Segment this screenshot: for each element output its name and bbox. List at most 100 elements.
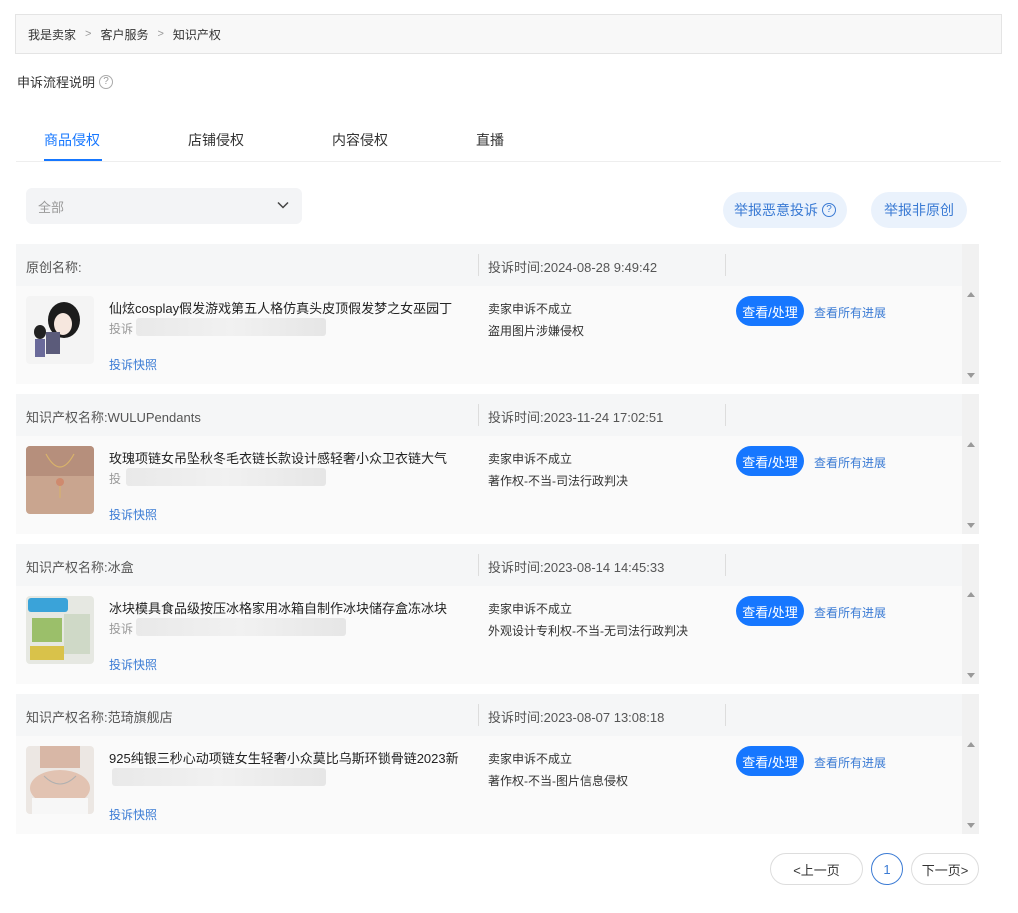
tab-bar: 商品侵权 店铺侵权 内容侵权 直播 bbox=[16, 116, 1001, 162]
redacted-info bbox=[112, 768, 326, 786]
product-title: 玫瑰项链女吊坠秋冬毛衣链长款设计感轻奢小众卫衣链大气 bbox=[109, 451, 448, 466]
complaint-reason: 著作权-不当-司法行政判决 bbox=[488, 474, 628, 488]
tab-product-infringement[interactable]: 商品侵权 bbox=[44, 130, 100, 150]
card-header: 知识产权名称:范琦旗舰店 投诉时间:2023-08-07 13:08:18 bbox=[16, 694, 979, 736]
view-all-progress-link[interactable]: 查看所有进展 bbox=[814, 754, 886, 771]
scroll-up-arrow-icon[interactable] bbox=[967, 292, 975, 297]
complaint-reason: 外观设计专利权-不当-无司法行政判决 bbox=[488, 624, 688, 638]
scroll-down-arrow-icon[interactable] bbox=[967, 673, 975, 678]
product-thumbnail[interactable] bbox=[26, 596, 94, 664]
redacted-info bbox=[136, 318, 326, 336]
scroll-down-arrow-icon[interactable] bbox=[967, 523, 975, 528]
appeal-status: 卖家申诉不成立 bbox=[488, 602, 573, 616]
appeal-flow-label: 申诉流程说明 bbox=[17, 75, 96, 90]
complaint-snapshot-link[interactable]: 投诉快照 bbox=[109, 356, 157, 373]
divider bbox=[725, 254, 726, 276]
report-malicious-complaint-button[interactable]: 举报恶意投诉 ? bbox=[723, 192, 847, 228]
divider bbox=[725, 554, 726, 576]
ip-name: 知识产权名称:WULUPendants bbox=[26, 410, 201, 425]
complaint-time: 投诉时间:2023-08-14 14:45:33 bbox=[488, 560, 665, 575]
product-title: 仙炫cosplay假发游戏第五人格仿真头皮顶假发梦之女巫园丁 bbox=[109, 301, 453, 316]
prev-page-button[interactable]: <上一页 bbox=[770, 853, 863, 885]
report-malicious-label: 举报恶意投诉 bbox=[734, 202, 818, 218]
header-scroll-gutter bbox=[962, 244, 979, 286]
complaint-card: 原创名称: 投诉时间:2024-08-28 9:49:42 仙炫cosplay假… bbox=[16, 244, 979, 384]
breadcrumb-item-seller[interactable]: 我是卖家 bbox=[28, 26, 76, 43]
view-all-progress-link[interactable]: 查看所有进展 bbox=[814, 454, 886, 471]
complaint-snapshot-link[interactable]: 投诉快照 bbox=[109, 806, 157, 823]
appeal-status: 卖家申诉不成立 bbox=[488, 752, 573, 766]
report-non-original-button[interactable]: 举报非原创 bbox=[871, 192, 967, 228]
view-all-progress-link[interactable]: 查看所有进展 bbox=[814, 304, 886, 321]
tab-content-infringement[interactable]: 内容侵权 bbox=[332, 130, 388, 150]
status-filter-select[interactable]: 全部 bbox=[26, 188, 302, 224]
tab-store-infringement[interactable]: 店铺侵权 bbox=[188, 130, 244, 150]
redacted-info bbox=[136, 618, 346, 636]
card-body: 925纯银三秒心动项链女生轻奢小众莫比乌斯环锁骨链2023新 投诉快照 卖家申诉… bbox=[16, 736, 979, 834]
breadcrumb-item-customer-service[interactable]: 客户服务 bbox=[100, 26, 148, 43]
divider bbox=[478, 704, 479, 726]
scroll-down-arrow-icon[interactable] bbox=[967, 823, 975, 828]
question-icon[interactable]: ? bbox=[99, 74, 114, 89]
divider bbox=[478, 554, 479, 576]
next-page-button[interactable]: 下一页> bbox=[911, 853, 979, 885]
view-handle-button[interactable]: 查看/处理 bbox=[736, 746, 804, 776]
active-tab-indicator bbox=[44, 159, 102, 161]
header-scroll-gutter bbox=[962, 394, 979, 436]
page-number-current[interactable]: 1 bbox=[871, 853, 903, 885]
redacted-info bbox=[126, 468, 326, 486]
appeal-status: 卖家申诉不成立 bbox=[488, 452, 573, 466]
breadcrumb-separator: > bbox=[157, 28, 164, 40]
breadcrumb: 我是卖家 > 客户服务 > 知识产权 bbox=[15, 14, 1002, 54]
scroll-up-arrow-icon[interactable] bbox=[967, 742, 975, 747]
card-scrollbar[interactable] bbox=[962, 286, 979, 384]
tab-live[interactable]: 直播 bbox=[476, 130, 504, 150]
question-icon[interactable]: ? bbox=[822, 203, 836, 217]
chevron-down-icon bbox=[277, 201, 289, 209]
complaint-reason: 著作权-不当-图片信息侵权 bbox=[488, 774, 628, 788]
card-body: 仙炫cosplay假发游戏第五人格仿真头皮顶假发梦之女巫园丁 投诉 投诉快照 卖… bbox=[16, 286, 979, 384]
card-header: 原创名称: 投诉时间:2024-08-28 9:49:42 bbox=[16, 244, 979, 286]
complaint-card: 知识产权名称:冰盒 投诉时间:2023-08-14 14:45:33 冰块模具食… bbox=[16, 544, 979, 684]
divider bbox=[478, 254, 479, 276]
appeal-flow-help[interactable]: 申诉流程说明 ? bbox=[17, 72, 114, 91]
card-header: 知识产权名称:冰盒 投诉时间:2023-08-14 14:45:33 bbox=[16, 544, 979, 586]
report-non-original-label: 举报非原创 bbox=[884, 202, 954, 218]
product-thumbnail[interactable] bbox=[26, 446, 94, 514]
complaint-card: 知识产权名称:范琦旗舰店 投诉时间:2023-08-07 13:08:18 92… bbox=[16, 694, 979, 834]
ip-name: 原创名称: bbox=[26, 260, 82, 275]
card-scrollbar[interactable] bbox=[962, 736, 979, 834]
ip-name: 知识产权名称:范琦旗舰店 bbox=[26, 710, 173, 725]
view-handle-button[interactable]: 查看/处理 bbox=[736, 296, 804, 326]
card-body: 冰块模具食品级按压冰格家用冰箱自制作冰块储存盒冻冰块 投诉 投诉快照 卖家申诉不… bbox=[16, 586, 979, 684]
card-scrollbar[interactable] bbox=[962, 436, 979, 534]
complaint-card: 知识产权名称:WULUPendants 投诉时间:2023-11-24 17:0… bbox=[16, 394, 979, 534]
view-all-progress-link[interactable]: 查看所有进展 bbox=[814, 604, 886, 621]
divider bbox=[725, 704, 726, 726]
ip-name: 知识产权名称:冰盒 bbox=[26, 560, 134, 575]
divider bbox=[725, 404, 726, 426]
product-thumbnail[interactable] bbox=[26, 746, 94, 814]
view-handle-button[interactable]: 查看/处理 bbox=[736, 446, 804, 476]
filter-value: 全部 bbox=[38, 199, 65, 215]
complaint-reason: 盗用图片涉嫌侵权 bbox=[488, 324, 585, 338]
complaint-time: 投诉时间:2023-08-07 13:08:18 bbox=[488, 710, 665, 725]
scroll-up-arrow-icon[interactable] bbox=[967, 592, 975, 597]
breadcrumb-separator: > bbox=[85, 28, 92, 40]
appeal-status: 卖家申诉不成立 bbox=[488, 302, 573, 316]
product-thumbnail[interactable] bbox=[26, 296, 94, 364]
card-header: 知识产权名称:WULUPendants 投诉时间:2023-11-24 17:0… bbox=[16, 394, 979, 436]
product-title: 冰块模具食品级按压冰格家用冰箱自制作冰块储存盒冻冰块 bbox=[109, 601, 448, 616]
card-body: 玫瑰项链女吊坠秋冬毛衣链长款设计感轻奢小众卫衣链大气 投 投诉快照 卖家申诉不成… bbox=[16, 436, 979, 534]
card-scrollbar[interactable] bbox=[962, 586, 979, 684]
header-scroll-gutter bbox=[962, 694, 979, 736]
view-handle-button[interactable]: 查看/处理 bbox=[736, 596, 804, 626]
complaint-snapshot-link[interactable]: 投诉快照 bbox=[109, 656, 157, 673]
complaint-time: 投诉时间:2024-08-28 9:49:42 bbox=[488, 260, 658, 275]
header-scroll-gutter bbox=[962, 544, 979, 586]
complaint-snapshot-link[interactable]: 投诉快照 bbox=[109, 506, 157, 523]
complaint-time: 投诉时间:2023-11-24 17:02:51 bbox=[488, 410, 664, 425]
scroll-up-arrow-icon[interactable] bbox=[967, 442, 975, 447]
scroll-down-arrow-icon[interactable] bbox=[967, 373, 975, 378]
breadcrumb-item-ip: 知识产权 bbox=[172, 27, 221, 42]
